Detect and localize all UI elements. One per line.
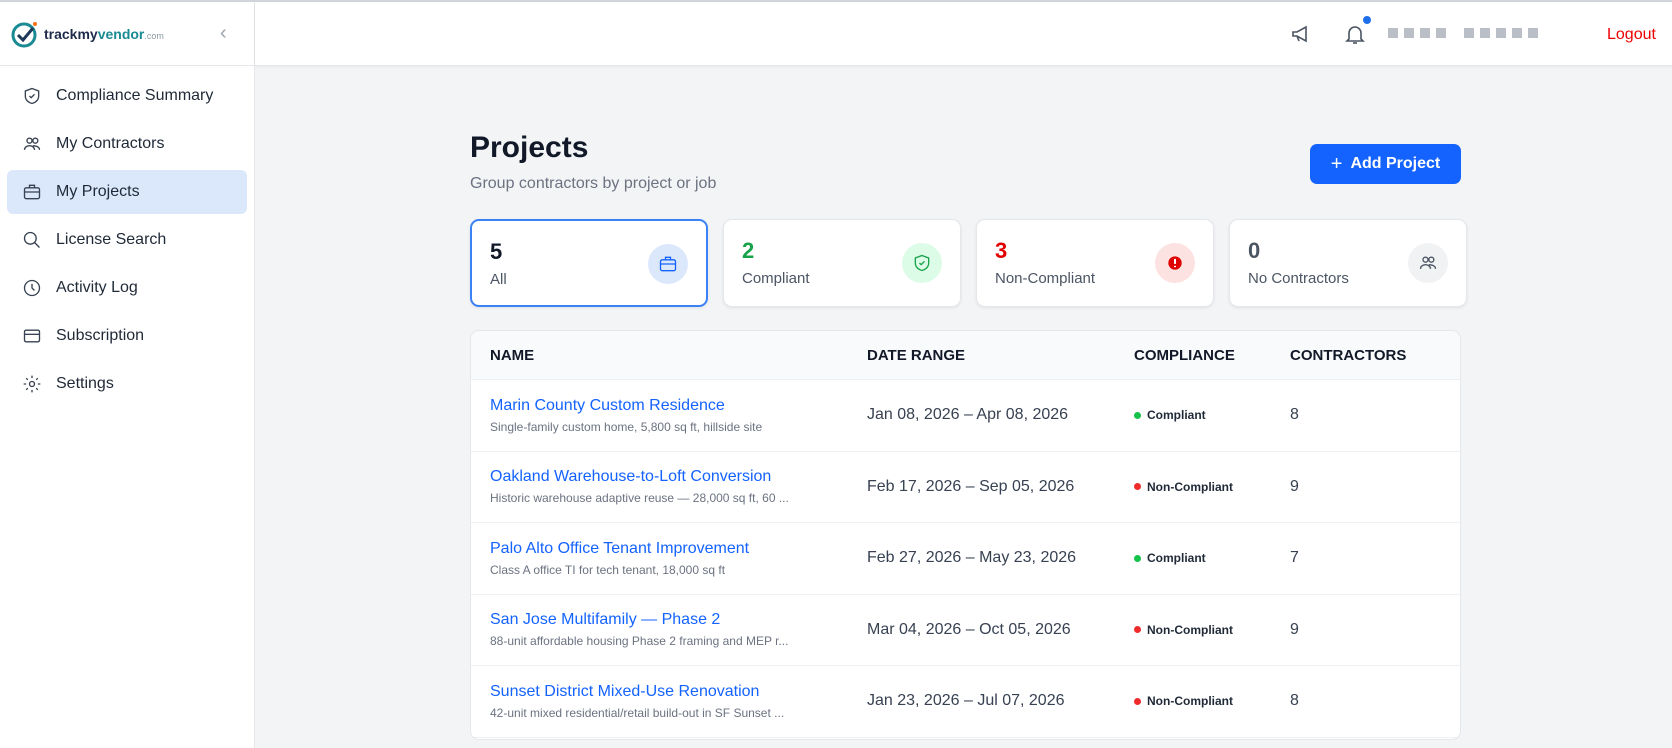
project-name-link[interactable]: Sunset District Mixed-Use Renovation xyxy=(490,683,867,701)
sidebar-item-activity-log[interactable]: Activity Log xyxy=(7,266,247,310)
projects-table: NAME DATE RANGE COMPLIANCE CONTRACTORS M… xyxy=(470,330,1461,740)
collapse-sidebar-chevron-icon[interactable]: ‹ xyxy=(220,22,227,45)
project-name-link[interactable]: San Jose Multifamily — Phase 2 xyxy=(490,611,867,629)
notification-dot xyxy=(1363,16,1371,24)
sidebar-item-my-contractors[interactable]: My Contractors xyxy=(7,122,247,166)
sidebar-item-my-projects[interactable]: My Projects xyxy=(7,170,247,214)
table-row[interactable]: Sunset District Mixed-Use Renovation 42-u… xyxy=(471,666,1460,738)
sidebar-item-subscription[interactable]: Subscription xyxy=(7,314,247,358)
sidebar-item-license-search[interactable]: License Search xyxy=(7,218,247,262)
credit-card-icon xyxy=(23,329,41,343)
table-row[interactable]: San Jose Multifamily — Phase 2 88-unit af… xyxy=(471,595,1460,666)
briefcase-icon xyxy=(23,184,41,200)
sidebar-item-label: Subscription xyxy=(56,327,145,344)
table-row[interactable]: Palo Alto Office Tenant Improvement Class… xyxy=(471,523,1460,595)
date-range: Feb 27, 2026 – May 23, 2026 xyxy=(867,549,1077,567)
status-label: Non-Compliant xyxy=(1147,694,1233,709)
project-description: 42-unit mixed residential/retail build-o… xyxy=(490,705,785,720)
status-dot xyxy=(1134,626,1141,634)
sidebar-item-settings[interactable]: Settings xyxy=(7,362,247,406)
page-title: Projects xyxy=(470,131,589,164)
sidebar-item-compliance-summary[interactable]: Compliance Summary xyxy=(7,74,247,118)
bell-icon[interactable] xyxy=(1343,22,1367,46)
project-description: 88-unit affordable housing Phase 2 frami… xyxy=(490,634,789,649)
sidebar-item-label: My Projects xyxy=(56,183,140,200)
users-icon xyxy=(23,137,41,150)
logout-link[interactable]: Logout xyxy=(1607,26,1656,44)
status-dot xyxy=(1134,554,1141,562)
status-dot xyxy=(1134,697,1141,705)
column-header-compliance[interactable]: COMPLIANCE xyxy=(1134,347,1290,364)
project-description: Historic warehouse adaptive reuse — 28,0… xyxy=(490,491,789,506)
filter-card-all[interactable]: 5 All xyxy=(470,219,708,307)
filter-card-compliant[interactable]: 2 Compliant xyxy=(723,219,961,307)
sidebar: trackmyvendor.com ‹ Compliance Summary M… xyxy=(0,2,255,748)
megaphone-icon[interactable] xyxy=(1290,22,1314,46)
user-name-redacted xyxy=(1388,28,1538,38)
status-dot xyxy=(1134,411,1141,419)
users-icon xyxy=(1419,256,1437,269)
add-project-label: Add Project xyxy=(1350,155,1441,172)
table-row[interactable]: Oakland Warehouse-to-Loft Conversion Hist… xyxy=(471,452,1460,523)
compliance-status: Non-Compliant xyxy=(1134,694,1290,708)
brand-name: trackmyvendor.com xyxy=(44,25,164,42)
date-range: Mar 04, 2026 – Oct 05, 2026 xyxy=(867,620,1071,638)
contractor-count: 9 xyxy=(1290,477,1299,495)
contractor-count: 9 xyxy=(1290,620,1299,638)
table-header: NAME DATE RANGE COMPLIANCE CONTRACTORS xyxy=(471,331,1460,380)
status-label: Non-Compliant xyxy=(1147,479,1233,494)
project-name-link[interactable]: Oakland Warehouse-to-Loft Conversion xyxy=(490,468,867,486)
project-description: Single-family custom home, 5,800 sq ft, … xyxy=(490,419,763,434)
table-row[interactable]: Marin County Custom Residence Single-fami… xyxy=(471,380,1460,452)
sidebar-item-label: Activity Log xyxy=(56,279,138,296)
contractor-count: 8 xyxy=(1290,406,1299,424)
shield-check-icon xyxy=(914,254,930,272)
checkmark-logo-icon xyxy=(11,21,37,47)
date-range: Feb 17, 2026 – Sep 05, 2026 xyxy=(867,477,1075,495)
date-range: Jan 08, 2026 – Apr 08, 2026 xyxy=(867,406,1069,424)
alert-icon xyxy=(1168,256,1182,270)
column-header-date-range[interactable]: DATE RANGE xyxy=(867,347,1134,364)
compliance-status: Non-Compliant xyxy=(1134,480,1290,494)
column-header-name[interactable]: NAME xyxy=(471,347,867,364)
project-description: Class A office TI for tech tenant, 18,00… xyxy=(490,562,726,577)
compliance-status: Compliant xyxy=(1134,551,1290,565)
compliance-status: Compliant xyxy=(1134,408,1290,422)
sidebar-item-label: Compliance Summary xyxy=(56,87,214,104)
add-project-button[interactable]: + Add Project xyxy=(1310,144,1461,184)
column-header-contractors[interactable]: CONTRACTORS xyxy=(1290,347,1460,364)
sidebar-item-label: License Search xyxy=(56,231,167,248)
filter-card-non-compliant[interactable]: 3 Non-Compliant xyxy=(976,219,1214,307)
status-label: Compliant xyxy=(1147,408,1206,423)
filter-card-no-contractors[interactable]: 0 No Contractors xyxy=(1229,219,1467,307)
status-label: Non-Compliant xyxy=(1147,622,1233,637)
sidebar-item-label: My Contractors xyxy=(56,135,165,152)
status-dot xyxy=(1134,483,1141,491)
contractor-count: 8 xyxy=(1290,692,1299,710)
shield-icon xyxy=(24,87,40,105)
plus-icon: + xyxy=(1330,152,1343,175)
clock-icon xyxy=(23,279,41,297)
project-name-link[interactable]: Palo Alto Office Tenant Improvement xyxy=(490,540,867,558)
page-subtitle: Group contractors by project or job xyxy=(470,175,717,192)
logo[interactable]: trackmyvendor.com ‹ xyxy=(0,2,254,66)
status-label: Compliant xyxy=(1147,551,1206,566)
briefcase-icon xyxy=(659,256,677,272)
date-range: Jan 23, 2026 – Jul 07, 2026 xyxy=(867,692,1065,710)
compliance-status: Non-Compliant xyxy=(1134,623,1290,637)
gear-icon xyxy=(23,375,41,393)
sidebar-item-label: Settings xyxy=(56,375,114,392)
search-icon xyxy=(23,231,40,248)
contractor-count: 7 xyxy=(1290,549,1299,567)
project-name-link[interactable]: Marin County Custom Residence xyxy=(490,397,867,415)
